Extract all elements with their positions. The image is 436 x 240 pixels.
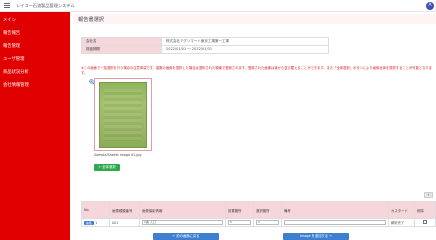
header-number: 画像種類番号 bbox=[109, 201, 140, 219]
header-no: No. bbox=[81, 201, 110, 219]
header-note: 備考 bbox=[281, 201, 389, 219]
info-table: 会社名 株式会社アグリマート東京工場第一工場 検査期間 2022/01/01 〜… bbox=[81, 37, 329, 54]
row-number: 001 bbox=[109, 218, 140, 227]
note-input[interactable] bbox=[284, 220, 386, 225]
header-select: 選択箇所 bbox=[253, 201, 282, 219]
place-input[interactable]: 5 bbox=[228, 220, 251, 225]
sample-photo bbox=[99, 82, 147, 148]
add-image-button[interactable]: Image を追加する → bbox=[283, 233, 349, 240]
row-no: 1 bbox=[95, 220, 98, 225]
header-delete: 削除 bbox=[414, 201, 436, 219]
app-title: レイコー石油製品管理システム bbox=[16, 3, 75, 8]
table-header-row: No. 画像種類番号 画像撮影情報 設置箇所 選択箇所 備考 カスタード 削除 bbox=[81, 201, 436, 219]
header-place: 設置箇所 bbox=[225, 201, 254, 219]
sidebar-item-main[interactable]: メイン bbox=[3, 17, 67, 25]
info-row-period: 検査期間 2022/01/01 〜 2022/01/31 bbox=[81, 45, 329, 54]
table-row: 編集 1 001 1番 入口 5 1 解析完了 bbox=[81, 218, 436, 227]
hamburger-menu-icon[interactable] bbox=[4, 3, 10, 8]
sidebar-item-report-management[interactable]: 報告管理 bbox=[3, 43, 67, 51]
row-place-cell: 5 bbox=[225, 218, 254, 227]
period-value: 2022/01/01 〜 2022/01/31 bbox=[161, 45, 329, 54]
header-info: 画像撮影情報 bbox=[139, 201, 226, 219]
row-select-cell: 1 bbox=[253, 218, 282, 227]
edit-button[interactable]: 編集 bbox=[84, 220, 95, 225]
info-row-company: 会社名 株式会社アグリマート東京工場第一工場 bbox=[81, 37, 329, 46]
row-status: 解析完了 bbox=[388, 218, 415, 227]
small-add-button[interactable]: + bbox=[424, 192, 433, 198]
row-actions: 編集 1 bbox=[81, 218, 110, 227]
period-label: 検査期間 bbox=[81, 45, 162, 54]
top-bar: レイコー石油製品管理システム A bbox=[0, 0, 436, 12]
sidebar-item-company[interactable]: 会社情報管理 bbox=[3, 82, 67, 90]
back-button[interactable]: ← 前の画面に戻る bbox=[153, 233, 219, 240]
sidebar-item-report[interactable]: 報告報告 bbox=[3, 30, 67, 38]
warning-text: ※この画面で一括選択を行う場合の注意事項です。複数の画像を選択した場合は選択され… bbox=[81, 66, 432, 75]
page-title: 報告書選択 bbox=[78, 17, 104, 23]
row-note-cell bbox=[281, 218, 389, 227]
sidebar-item-analysis[interactable]: 商品状況分析 bbox=[3, 69, 67, 77]
company-value: 株式会社アグリマート東京工場第一工場 bbox=[161, 37, 329, 46]
sidebar-item-user-management[interactable]: ユーザ管理 bbox=[3, 56, 67, 64]
row-info-cell: 1番 入口 bbox=[139, 218, 226, 227]
user-avatar[interactable]: A bbox=[426, 2, 434, 10]
company-label: 会社名 bbox=[81, 37, 162, 46]
row-delete-cell bbox=[414, 218, 436, 227]
result-table: No. 画像種類番号 画像撮影情報 設置箇所 選択箇所 備考 カスタード 削除 … bbox=[81, 201, 436, 227]
select-input[interactable]: 1 bbox=[256, 220, 279, 225]
info-input[interactable]: 1番 入口 bbox=[142, 220, 223, 225]
image-filename: Sample/Sheets image 01.jpg bbox=[94, 153, 142, 157]
image-thumbnail[interactable] bbox=[94, 78, 152, 151]
sidebar: メイン 報告報告 報告管理 ユーザ管理 商品状況分析 会社情報管理 bbox=[0, 12, 70, 240]
select-all-button[interactable]: + 全体選択 bbox=[94, 164, 120, 171]
delete-checkbox[interactable] bbox=[423, 220, 427, 224]
page-title-bar: 報告書選択 bbox=[73, 14, 436, 24]
header-status: カスタード bbox=[388, 201, 415, 219]
